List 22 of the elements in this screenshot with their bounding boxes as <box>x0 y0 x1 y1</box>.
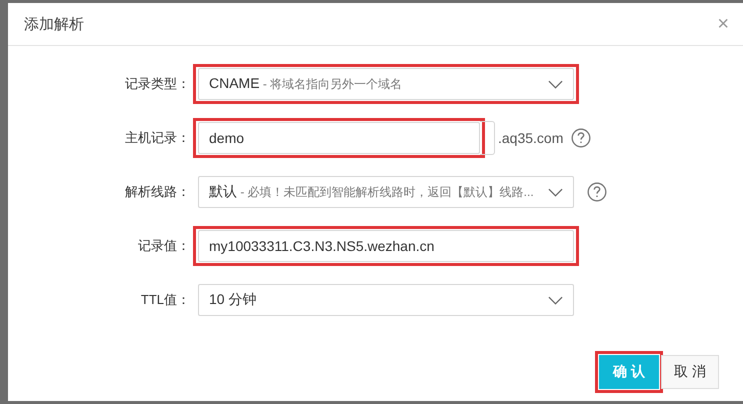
field-label: TTL值： <box>140 291 191 309</box>
input-field[interactable]: demo <box>198 122 480 154</box>
dropdown-value: 10 分钟 <box>209 291 256 309</box>
cancel-button[interactable]: 取 消 <box>661 355 719 389</box>
field-label: 记录类型： <box>124 75 191 93</box>
field-label: 主机记录： <box>124 129 191 147</box>
help-icon[interactable] <box>587 182 607 202</box>
chevron-down-icon <box>548 296 563 304</box>
dropdown-value: CNAME - 将域名指向另外一个域名 <box>209 75 402 93</box>
input-addon <box>480 121 495 155</box>
dropdown-field[interactable]: 默认 - 必填！未匹配到智能解析线路时，返回【默认】线路... <box>198 176 574 208</box>
dialog-title: 添加解析 <box>24 14 84 34</box>
dropdown-field[interactable]: CNAME - 将域名指向另外一个域名 <box>198 68 574 100</box>
help-icon[interactable] <box>571 128 592 148</box>
field-label: 记录值： <box>137 237 191 255</box>
dropdown-value: 默认 - 必填！未匹配到智能解析线路时，返回【默认】线路... <box>209 183 534 201</box>
chevron-down-icon <box>548 188 563 196</box>
dropdown-field[interactable]: 10 分钟 <box>198 284 574 316</box>
chevron-down-icon <box>548 80 563 88</box>
domain-suffix: .aq35.com <box>498 130 564 146</box>
input-field[interactable]: my10033311.C3.N3.NS5.wezhan.cn <box>198 230 574 262</box>
field-label: 解析线路： <box>124 183 191 201</box>
